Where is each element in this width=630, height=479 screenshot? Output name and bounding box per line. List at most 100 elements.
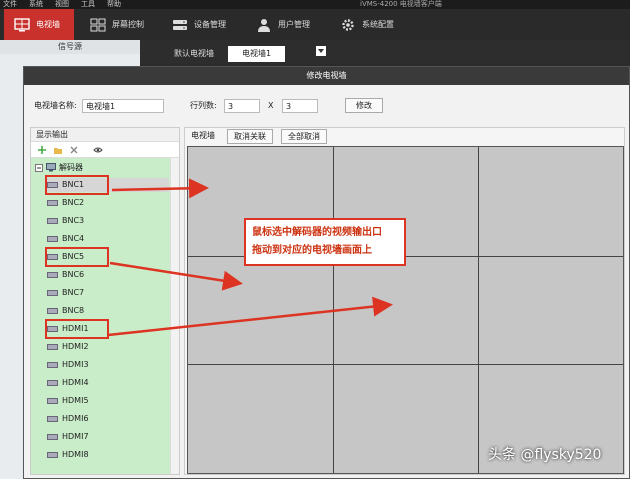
decoder-label: 解码器: [59, 163, 83, 172]
eye-icon[interactable]: [93, 145, 103, 155]
display-output-panel: 显示输出 解码器 BNC1 BNC2 BNC3 BNC4 BNC5 BNC6 BNC7 BNC…: [30, 127, 180, 475]
tree-item-label: HDMI8: [62, 450, 89, 459]
modify-tv-wall-dialog: 修改电视墙 电视墙名称: 行列数: X 修改 显示输出 解码器 BNC1BNC2…: [23, 66, 630, 479]
menu-tools[interactable]: 工具: [81, 0, 95, 9]
tree-item-bnc3[interactable]: BNC3: [47, 214, 169, 228]
tab-default-wall[interactable]: 默认电视墙: [160, 46, 228, 62]
tree-item-label: BNC6: [62, 270, 85, 279]
tv-wall-grid[interactable]: [187, 146, 624, 474]
toolbar-system-config[interactable]: 系统配置: [340, 9, 420, 40]
tree-item-hdmi7[interactable]: HDMI7: [47, 430, 169, 444]
tree-item-hdmi5[interactable]: HDMI5: [47, 394, 169, 408]
video-output-icon: [47, 272, 58, 278]
grid-divider-horizontal: [188, 364, 623, 366]
wall-name-label: 电视墙名称:: [34, 101, 77, 110]
decoder-output-tree: 解码器 BNC1 BNC2 BNC3 BNC4 BNC5 BNC6 BNC7 BNC8 HDMI…: [31, 158, 171, 474]
screen-grid-icon: [90, 18, 106, 31]
tv-wall-panel: 电视墙 取消关联 全部取消: [184, 127, 625, 475]
highlight-box-bnc1: [45, 175, 109, 195]
tv-wall-tabs: 默认电视墙 电视墙1: [140, 40, 630, 64]
instruction-line-1: 鼠标选中解码器的视频输出口: [252, 227, 382, 238]
tree-item-label: HDMI2: [62, 342, 89, 351]
toolbar-screen-control-label: 屏幕控制: [112, 20, 144, 29]
rows-cols-label: 行列数:: [190, 101, 217, 110]
tree-item-label: HDMI6: [62, 414, 89, 423]
video-output-icon: [47, 200, 58, 206]
menu-bar: 文件 系统 视图 工具 帮助 iVMS-4200 电视墙客户端: [0, 0, 630, 9]
video-output-icon: [47, 362, 58, 368]
folder-icon[interactable]: [53, 145, 63, 155]
tree-item-label: HDMI5: [62, 396, 89, 405]
rows-input[interactable]: [224, 99, 260, 113]
tree-item-bnc2[interactable]: BNC2: [47, 196, 169, 210]
toolbar-device-management[interactable]: 设备管理: [172, 9, 252, 40]
toolbar-device-management-label: 设备管理: [194, 20, 226, 29]
menu-view[interactable]: 视图: [55, 0, 69, 9]
delete-icon[interactable]: [69, 145, 79, 155]
cancel-all-button[interactable]: 全部取消: [281, 129, 327, 144]
dialog-form: 电视墙名称: 行列数: X 修改: [24, 85, 629, 125]
video-output-icon: [47, 452, 58, 458]
tab-dropdown-button[interactable]: [316, 46, 326, 56]
tree-toolbar: [31, 142, 179, 158]
highlight-box-hdmi1: [45, 319, 109, 339]
display-output-title: 显示输出: [31, 128, 179, 142]
grid-divider-vertical: [332, 147, 334, 473]
user-icon: [258, 18, 270, 32]
tree-item-bnc4[interactable]: BNC4: [47, 232, 169, 246]
signal-source-header: 信号源: [0, 40, 140, 54]
menu-system[interactable]: 系统: [29, 0, 43, 9]
video-output-icon: [47, 416, 58, 422]
tree-item-bnc8[interactable]: BNC8: [47, 304, 169, 318]
dialog-title: 修改电视墙: [24, 67, 629, 85]
gear-icon: [342, 18, 354, 31]
tree-root-decoder[interactable]: 解码器: [35, 162, 83, 173]
tree-item-hdmi4[interactable]: HDMI4: [47, 376, 169, 390]
watermark: 头条 @flysky520: [488, 447, 602, 463]
main-toolbar: 电视墙 屏幕控制 设备管理 用户管理 系统配置: [0, 9, 630, 40]
decoder-icon: [46, 163, 56, 172]
tree-item-label: HDMI7: [62, 432, 89, 441]
instruction-line-2: 拖动到对应的电视墙画面上: [252, 245, 372, 256]
tree-item-hdmi3[interactable]: HDMI3: [47, 358, 169, 372]
wall-name-input[interactable]: [82, 99, 164, 113]
highlight-box-bnc5: [45, 247, 109, 267]
tree-item-label: BNC7: [62, 288, 85, 297]
tv-wall-header: 电视墙 取消关联 全部取消: [185, 128, 624, 144]
tree-item-bnc7[interactable]: BNC7: [47, 286, 169, 300]
collapse-icon[interactable]: [35, 163, 43, 172]
tree-item-hdmi2[interactable]: HDMI2: [47, 340, 169, 354]
tree-item-label: HDMI3: [62, 360, 89, 369]
tree-item-label: BNC2: [62, 198, 85, 207]
tree-item-label: BNC8: [62, 306, 85, 315]
x-separator: X: [268, 101, 274, 110]
toolbar-user-management-label: 用户管理: [278, 20, 310, 29]
device-icon: [173, 19, 187, 30]
tv-wall-icon: [14, 17, 30, 31]
toolbar-screen-control[interactable]: 屏幕控制: [90, 9, 170, 40]
cols-input[interactable]: [282, 99, 318, 113]
chevron-down-icon: [318, 49, 324, 53]
add-icon[interactable]: [37, 145, 47, 155]
menu-help[interactable]: 帮助: [107, 0, 121, 9]
tree-item-label: BNC3: [62, 216, 85, 225]
modify-button[interactable]: 修改: [345, 98, 383, 113]
toolbar-user-management[interactable]: 用户管理: [256, 9, 336, 40]
toolbar-tv-wall[interactable]: 电视墙: [4, 9, 74, 40]
menu-file[interactable]: 文件: [3, 0, 17, 9]
video-output-icon: [47, 236, 58, 242]
tree-scrollbar[interactable]: [170, 158, 179, 474]
unlink-button[interactable]: 取消关联: [227, 129, 273, 144]
toolbar-system-config-label: 系统配置: [362, 20, 394, 29]
tab-wall-1[interactable]: 电视墙1: [228, 46, 286, 62]
tv-wall-label: 电视墙: [191, 131, 215, 140]
tree-item-hdmi6[interactable]: HDMI6: [47, 412, 169, 426]
tree-item-bnc6[interactable]: BNC6: [47, 268, 169, 282]
grid-divider-vertical: [477, 147, 479, 473]
app-title: iVMS-4200 电视墙客户端: [360, 0, 442, 8]
instruction-callout: 鼠标选中解码器的视频输出口 拖动到对应的电视墙画面上: [244, 218, 406, 266]
video-output-icon: [47, 434, 58, 440]
tree-item-label: HDMI4: [62, 378, 89, 387]
video-output-icon: [47, 398, 58, 404]
tree-item-hdmi8[interactable]: HDMI8: [47, 448, 169, 462]
